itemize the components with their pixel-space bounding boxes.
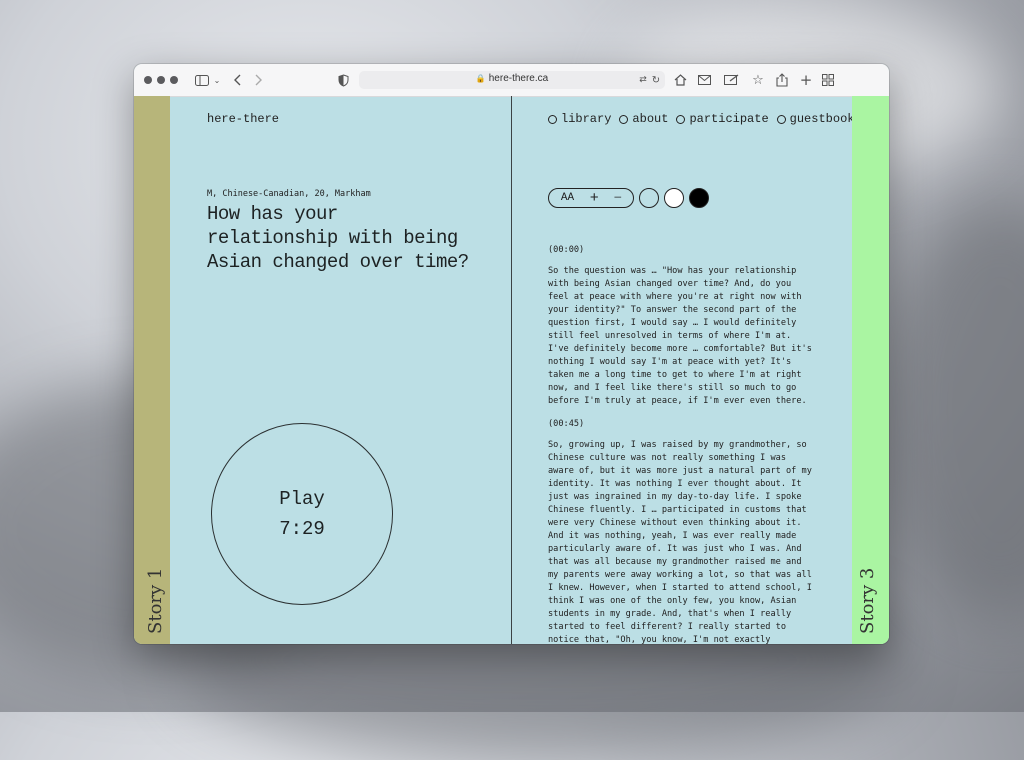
column-divider [511, 96, 512, 644]
timestamp[interactable]: (00:45) [548, 418, 816, 431]
mail-icon[interactable] [696, 72, 712, 88]
transcript-paragraph: So, growing up, I was raised by my grand… [548, 440, 812, 644]
play-button[interactable]: Play 7:29 [211, 423, 393, 605]
circle-icon [676, 114, 686, 124]
maximize-window-button[interactable] [170, 76, 178, 84]
reading-controls: AA + — [548, 187, 709, 209]
circle-icon [548, 114, 557, 124]
story-question: How has your relationship with being Asi… [207, 203, 469, 273]
nav-item-library[interactable]: library [548, 112, 611, 126]
nav-label: library [561, 112, 612, 126]
duration-label: 7:29 [279, 518, 325, 540]
notes-icon[interactable] [722, 72, 740, 88]
story-3-label: Story 3 [857, 567, 878, 634]
circle-icon [776, 114, 786, 124]
increase-text-button[interactable]: + [590, 190, 599, 207]
text-size-label: AA [560, 192, 575, 204]
nav-item-guestbook[interactable]: guestbook [776, 112, 855, 126]
chevron-down-icon[interactable]: ⌄ [212, 72, 222, 88]
home-icon[interactable] [672, 72, 688, 88]
timestamp[interactable]: (00:00) [548, 244, 816, 257]
window-controls [144, 76, 178, 84]
decrease-text-button[interactable]: — [615, 192, 622, 204]
star-icon[interactable]: ☆ [750, 72, 766, 88]
circle-icon [619, 114, 629, 124]
address-bar[interactable]: 🔒 here-there.ca [359, 71, 665, 89]
privacy-shield-icon[interactable] [336, 72, 350, 88]
site-logo[interactable]: here-there [207, 112, 279, 126]
tab-overview-icon[interactable] [820, 72, 836, 88]
transcript-paragraph: So the question was … "How has your rela… [548, 266, 812, 406]
text-size-control: AA + — [548, 188, 634, 208]
translate-icon[interactable]: ⇄ [636, 72, 650, 88]
nav-item-about[interactable]: about [619, 112, 668, 126]
site-nav: library about participate guestbook [548, 112, 854, 126]
story-1-label: Story 1 [145, 567, 166, 634]
speaker-meta: M, Chinese-Canadian, 20, Markham [207, 189, 371, 199]
browser-window: ⌄ 🔒 here-there.ca ⇄ ↻ ☆ + Story 1 here-t… [134, 64, 889, 644]
nav-label: guestbook [789, 112, 855, 126]
reload-icon[interactable]: ↻ [650, 72, 662, 88]
browser-toolbar: ⌄ 🔒 here-there.ca ⇄ ↻ ☆ + [134, 64, 889, 97]
close-window-button[interactable] [144, 76, 152, 84]
page-content: Story 1 here-there M, Chinese-Canadian, … [134, 96, 889, 644]
story-3-tab[interactable]: Story 3 [852, 96, 889, 644]
lock-icon: 🔒 [475, 74, 486, 83]
sidebar-icon[interactable] [192, 72, 212, 88]
minimize-window-button[interactable] [157, 76, 165, 84]
transcript: (00:00) So the question was … "How has y… [548, 244, 816, 644]
new-tab-icon[interactable]: + [798, 71, 814, 89]
nav-item-participate[interactable]: participate [676, 112, 769, 126]
back-icon[interactable] [230, 72, 244, 88]
theme-transparent-swatch[interactable] [639, 188, 659, 208]
share-icon[interactable] [774, 72, 790, 88]
forward-icon[interactable] [252, 72, 266, 88]
theme-white-swatch[interactable] [664, 188, 684, 208]
play-label: Play [279, 488, 325, 510]
theme-black-swatch[interactable] [689, 188, 709, 208]
nav-label: participate [689, 112, 769, 126]
url-text: here-there.ca [488, 73, 549, 84]
nav-label: about [632, 112, 669, 126]
story-1-tab[interactable]: Story 1 [134, 96, 170, 644]
